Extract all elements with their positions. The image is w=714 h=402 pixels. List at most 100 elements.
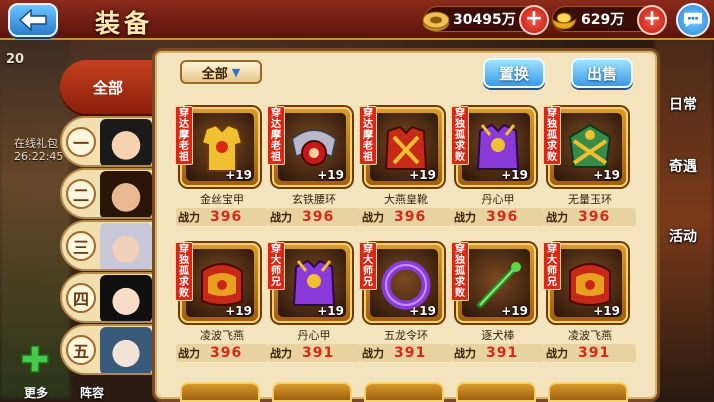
background-right-scenery (654, 38, 714, 398)
hero-portrait (100, 223, 152, 269)
power-value: 396 (578, 209, 611, 225)
enhance-level: +19 (501, 168, 528, 182)
hero-tab-1[interactable]: 一 (60, 116, 156, 167)
wear-prefix: 穿 (271, 108, 281, 119)
equipment-name: 玄铁腰环 (292, 193, 336, 206)
wear-prefix: 穿 (363, 244, 373, 255)
power-row: 战力 391 (360, 344, 452, 362)
equipment-card[interactable]: +19 穿达摩老祖 大燕皇靴 战力 396 (359, 106, 452, 227)
hero-tab-5[interactable]: 五 (60, 324, 156, 375)
hero-portrait (100, 327, 152, 373)
filter-dropdown[interactable]: 全部 ▼ (180, 60, 262, 84)
equipment-card[interactable]: +19 穿独孤求败 凌波飞燕 战力 396 (175, 242, 268, 363)
enhance-level: +19 (593, 304, 620, 318)
wear-prefix: 穿 (271, 244, 281, 255)
wear-prefix: 穿 (363, 108, 373, 119)
enhance-level: +19 (225, 168, 252, 182)
power-value: 396 (394, 209, 427, 225)
power-label: 战力 (362, 347, 384, 360)
power-value: 396 (210, 209, 243, 225)
equipment-card[interactable]: +19 穿大师兄 丹心甲 战力 391 (267, 242, 360, 363)
side-menu-daily[interactable]: 日常 (658, 94, 708, 114)
equipment-name: 大燕皇靴 (384, 193, 428, 206)
hero-tab-number: 二 (66, 179, 96, 209)
silver-currency: 30495万 + (422, 5, 549, 35)
add-icon[interactable] (20, 344, 50, 374)
power-value: 391 (578, 345, 611, 361)
wear-prefix: 穿 (179, 108, 189, 119)
power-label: 战力 (546, 347, 568, 360)
more-label[interactable]: 更多 (24, 384, 48, 401)
equipment-card[interactable]: +19 穿独孤求败无量玉环战力 396 (543, 106, 636, 227)
back-arrow-icon (19, 9, 47, 31)
power-row: 战力 396 (268, 208, 360, 226)
chat-bubble-icon (684, 12, 702, 28)
chat-button[interactable] (676, 3, 710, 37)
hero-tab-number: 三 (66, 231, 96, 261)
add-gold-button[interactable]: + (637, 5, 667, 35)
wearer-name: 大师兄 (271, 255, 281, 288)
equipped-by-badge: 穿独孤求败 (543, 106, 561, 165)
equipment-name: 金丝宝甲 (200, 193, 244, 206)
power-row: 战力 391 (544, 344, 636, 362)
power-label: 战力 (270, 211, 292, 224)
power-label: 战力 (362, 211, 384, 224)
equipment-card[interactable]: +19 穿独孤求败 逐犬棒 战力 391 (451, 242, 544, 363)
equipment-slot-partial[interactable] (272, 382, 352, 402)
power-row: 战力 391 (268, 344, 360, 362)
wearer-name: 独孤求败 (179, 255, 189, 299)
power-row: 战力 391 (452, 344, 544, 362)
hero-tab-4[interactable]: 四 (60, 272, 156, 323)
equipment-card[interactable]: +19 穿大师兄 五龙令环 战力 391 (359, 242, 452, 363)
page-title: 装备 (95, 9, 154, 38)
wearer-name: 独孤求败 (547, 119, 557, 163)
tab-all[interactable]: 全部 (60, 60, 156, 114)
wearer-name: 独孤求败 (455, 255, 465, 299)
wearer-name: 大师兄 (547, 255, 557, 288)
wearer-name: 达摩老祖 (363, 119, 373, 163)
equipment-slot-partial[interactable] (548, 382, 628, 402)
back-button[interactable] (8, 3, 58, 37)
power-row: 战力 396 (544, 208, 636, 226)
lineup-label[interactable]: 阵容 (80, 384, 104, 401)
enhance-level: +19 (225, 304, 252, 318)
power-label: 战力 (270, 347, 292, 360)
power-label: 战力 (454, 347, 476, 360)
power-value: 396 (486, 209, 519, 225)
equipment-slot-partial[interactable] (180, 382, 260, 402)
equipment-slot-partial[interactable] (364, 382, 444, 402)
equipment-card[interactable]: +19 穿大师兄 凌波飞燕 战力 391 (543, 242, 636, 363)
equipped-by-badge: 穿独孤求败 (175, 242, 193, 301)
hero-portrait (100, 275, 152, 321)
online-gift-label[interactable]: 在线礼包 (14, 135, 58, 151)
equipment-card[interactable]: +19 穿独孤求败 丹心甲 战力 396 (451, 106, 544, 227)
equipment-name: 无量玉环 (568, 193, 612, 206)
chevron-down-icon: ▼ (231, 65, 241, 79)
equipment-slot-partial[interactable] (456, 382, 536, 402)
side-menu-events[interactable]: 活动 (658, 226, 708, 246)
wearer-name: 达摩老祖 (271, 119, 281, 163)
side-menu-adventure[interactable]: 奇遇 (658, 156, 708, 176)
equipment-name: 五龙令环 (384, 329, 428, 342)
wearer-name: 独孤求败 (455, 119, 465, 163)
equipment-card[interactable]: +19 穿达摩老祖玄铁腰环战力 396 (267, 106, 360, 227)
power-row: 战力 396 (176, 344, 268, 362)
hero-portrait (100, 119, 152, 165)
enhance-level: +19 (317, 168, 344, 182)
add-silver-button[interactable]: + (519, 5, 549, 35)
swap-button[interactable]: 置换 (483, 58, 545, 88)
wearer-name: 达摩老祖 (179, 119, 189, 163)
gold-ingot-icon (549, 5, 579, 35)
hero-tab-3[interactable]: 三 (60, 220, 156, 271)
wear-prefix: 穿 (547, 244, 557, 255)
power-value: 391 (394, 345, 427, 361)
wear-prefix: 穿 (179, 244, 189, 255)
equipment-card[interactable]: +19 穿达摩老祖 金丝宝甲 战力 396 (175, 106, 268, 227)
equipped-by-badge: 穿大师兄 (543, 242, 561, 290)
wearer-name: 大师兄 (363, 255, 373, 288)
filter-label: 全部 (201, 66, 228, 82)
equipped-by-badge: 穿独孤求败 (451, 242, 469, 301)
hero-tab-2[interactable]: 二 (60, 168, 156, 219)
sell-button[interactable]: 出售 (571, 58, 633, 88)
enhance-level: +19 (593, 168, 620, 182)
